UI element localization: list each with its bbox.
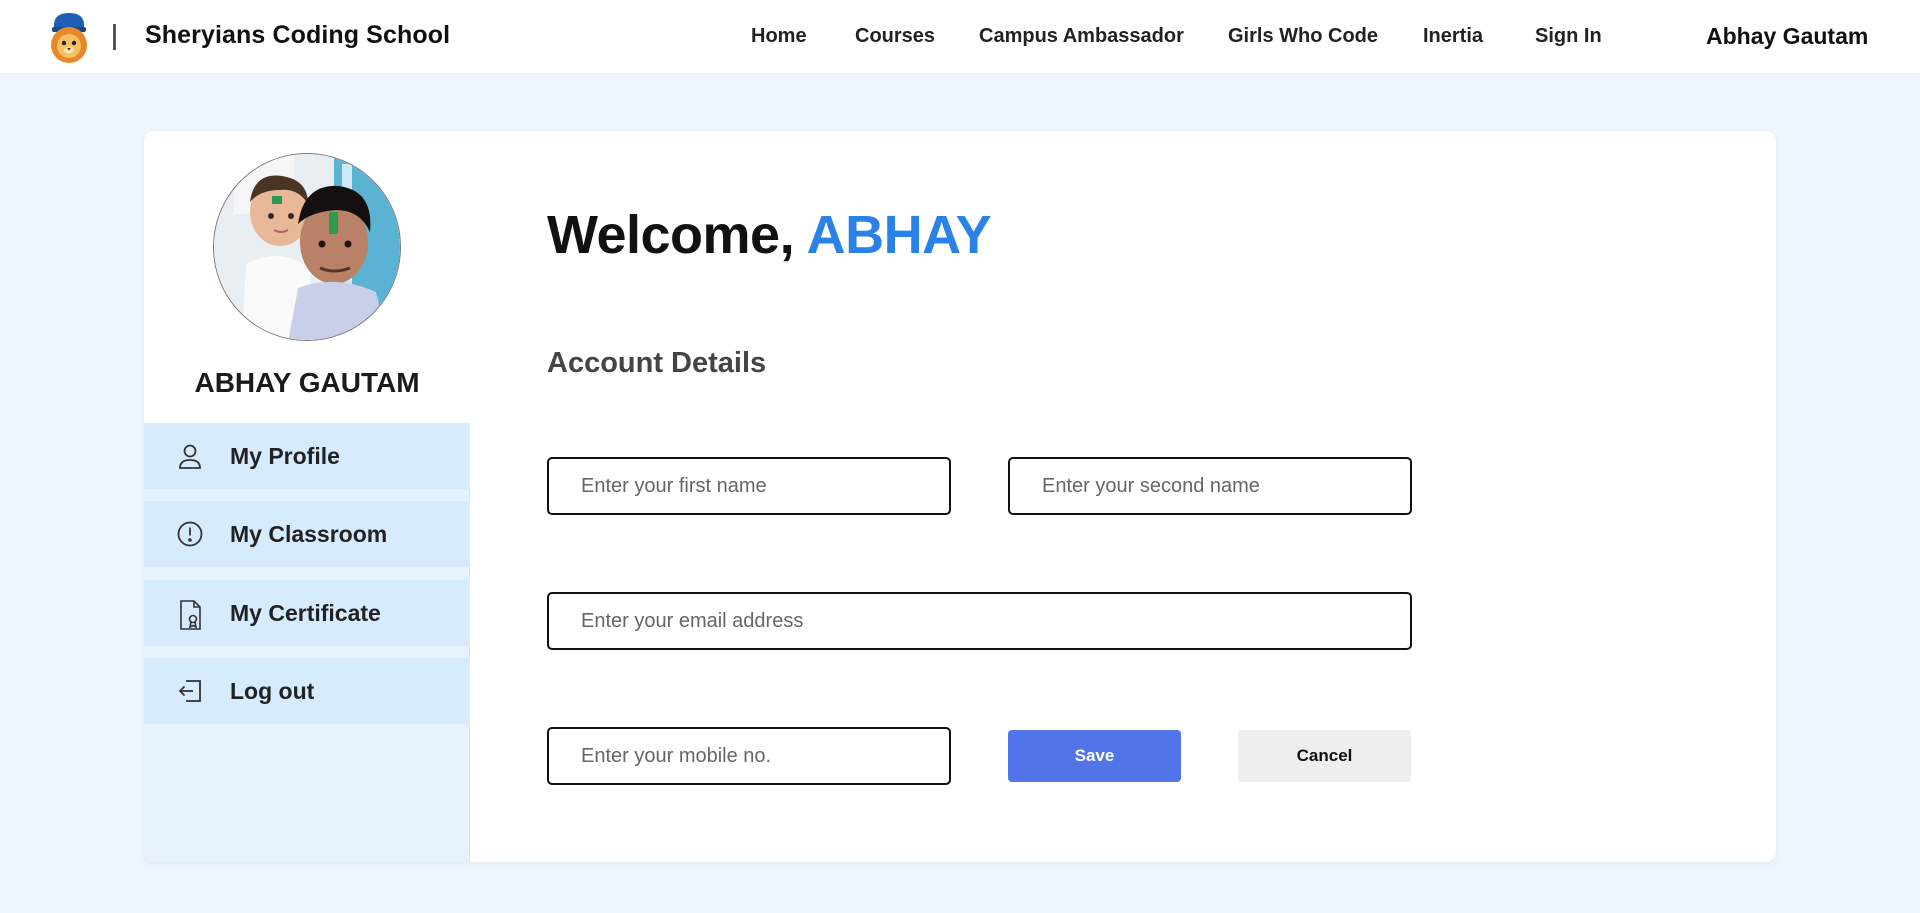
cancel-button[interactable]: Cancel <box>1238 730 1411 782</box>
avatar <box>213 153 401 341</box>
first-name-field[interactable] <box>547 457 951 515</box>
sidebar-item-my-profile[interactable]: My Profile <box>144 423 470 489</box>
welcome-heading: Welcome, ABHAY <box>547 204 992 266</box>
nav-girls-who-code[interactable]: Girls Who Code <box>1228 25 1378 48</box>
profile-name: ABHAY GAUTAM <box>194 367 420 398</box>
sidebar-item-label: My Certificate <box>230 600 381 626</box>
nav-campus-ambassador[interactable]: Campus Ambassador <box>979 25 1184 48</box>
brand-divider <box>113 24 116 50</box>
sidebar: ABHAY GAUTAM My Profile My Classroom My … <box>144 131 470 862</box>
mobile-field[interactable] <box>547 727 951 785</box>
sidebar-item-log-out[interactable]: Log out <box>144 658 470 724</box>
nav-sign-in[interactable]: Sign In <box>1535 25 1602 48</box>
logout-icon <box>176 677 204 705</box>
sidebar-item-label: Log out <box>230 678 315 704</box>
sidebar-item-label: My Profile <box>230 443 340 469</box>
alert-circle-icon <box>176 520 204 548</box>
welcome-user-name: ABHAY <box>806 205 992 265</box>
lion-mascot-icon[interactable] <box>48 11 90 63</box>
user-icon <box>176 442 204 470</box>
certificate-icon <box>176 599 204 630</box>
second-name-field[interactable] <box>1008 457 1412 515</box>
brand-name[interactable]: Sheryians Coding School <box>145 21 450 50</box>
welcome-prefix: Welcome, <box>547 205 795 265</box>
profile-card: ABHAY GAUTAM My Profile My Classroom My … <box>144 131 1776 862</box>
sidebar-item-my-certificate[interactable]: My Certificate <box>144 580 470 646</box>
sidebar-profile-header: ABHAY GAUTAM <box>144 131 470 423</box>
section-title: Account Details <box>547 347 767 379</box>
nav-inertia[interactable]: Inertia <box>1423 25 1483 48</box>
email-field[interactable] <box>547 592 1412 650</box>
header-user-name[interactable]: Abhay Gautam <box>1706 23 1868 50</box>
nav-home[interactable]: Home <box>751 25 807 48</box>
nav-courses[interactable]: Courses <box>855 25 935 48</box>
top-navbar: Sheryians Coding School Home Courses Cam… <box>0 0 1920 73</box>
sidebar-item-my-classroom[interactable]: My Classroom <box>144 501 470 567</box>
sidebar-item-label: My Classroom <box>230 521 388 547</box>
save-button[interactable]: Save <box>1008 730 1181 782</box>
